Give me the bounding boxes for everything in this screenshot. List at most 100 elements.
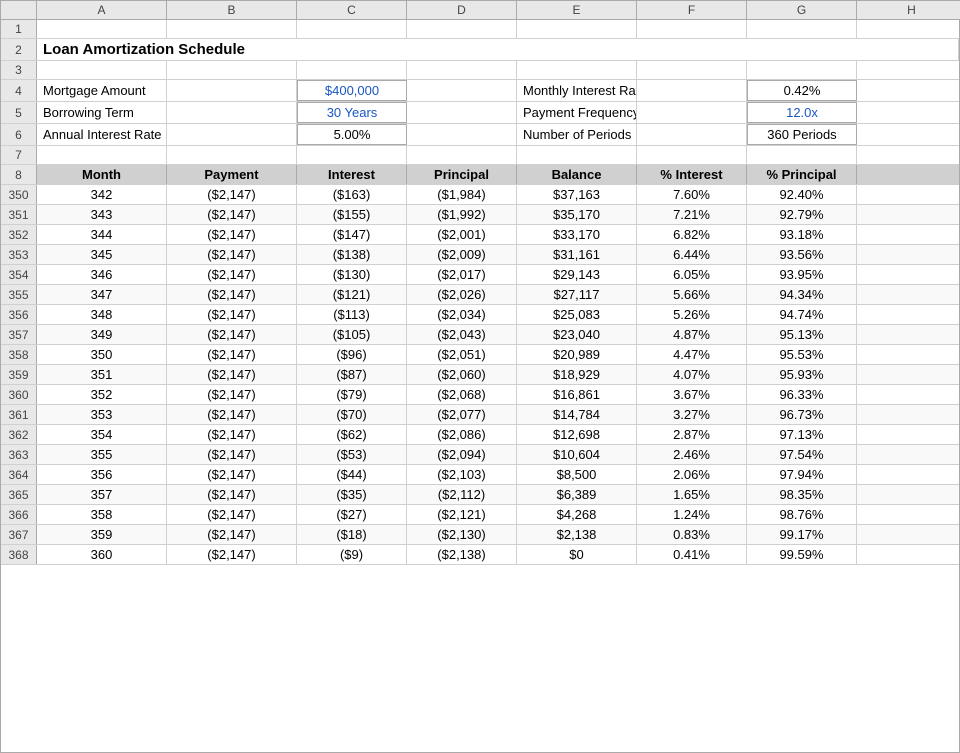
cell-6c[interactable]: [167, 124, 297, 145]
cell-3f[interactable]: [517, 61, 637, 79]
cell-principal[interactable]: ($2,068): [407, 385, 517, 404]
cell-month[interactable]: 357: [37, 485, 167, 504]
cell-interest[interactable]: ($87): [297, 365, 407, 384]
cell-balance[interactable]: $4,268: [517, 505, 637, 524]
cell-pct-interest[interactable]: 4.07%: [637, 365, 747, 384]
cell-pct-principal[interactable]: 96.73%: [747, 405, 857, 424]
num-periods-value[interactable]: 360 Periods: [747, 124, 857, 145]
cell-payment[interactable]: ($2,147): [167, 525, 297, 544]
cell-payment[interactable]: ($2,147): [167, 465, 297, 484]
cell-6g[interactable]: [637, 124, 747, 145]
cell-month[interactable]: 348: [37, 305, 167, 324]
cell-pct-interest[interactable]: 7.60%: [637, 185, 747, 204]
cell-payment[interactable]: ($2,147): [167, 345, 297, 364]
cell-balance[interactable]: $31,161: [517, 245, 637, 264]
cell-payment[interactable]: ($2,147): [167, 405, 297, 424]
cell-3e[interactable]: [407, 61, 517, 79]
cell-7b[interactable]: [37, 146, 167, 164]
payment-freq-value[interactable]: 12.0x: [747, 102, 857, 123]
cell-balance[interactable]: $14,784: [517, 405, 637, 424]
cell-interest[interactable]: ($113): [297, 305, 407, 324]
cell-payment[interactable]: ($2,147): [167, 305, 297, 324]
cell-month[interactable]: 355: [37, 445, 167, 464]
cell-pct-interest[interactable]: 6.82%: [637, 225, 747, 244]
cell-3c[interactable]: [167, 61, 297, 79]
cell-pct-principal[interactable]: 95.93%: [747, 365, 857, 384]
cell-1c[interactable]: [167, 20, 297, 38]
cell-pct-interest[interactable]: 5.26%: [637, 305, 747, 324]
cell-balance[interactable]: $29,143: [517, 265, 637, 284]
cell-principal[interactable]: ($2,112): [407, 485, 517, 504]
cell-month[interactable]: 359: [37, 525, 167, 544]
cell-principal[interactable]: ($2,060): [407, 365, 517, 384]
cell-interest[interactable]: ($9): [297, 545, 407, 564]
cell-pct-interest[interactable]: 5.66%: [637, 285, 747, 304]
cell-payment[interactable]: ($2,147): [167, 185, 297, 204]
cell-pct-principal[interactable]: 92.79%: [747, 205, 857, 224]
cell-principal[interactable]: ($2,121): [407, 505, 517, 524]
cell-pct-principal[interactable]: 94.34%: [747, 285, 857, 304]
cell-pct-interest[interactable]: 1.65%: [637, 485, 747, 504]
cell-payment[interactable]: ($2,147): [167, 445, 297, 464]
cell-pct-interest[interactable]: 1.24%: [637, 505, 747, 524]
cell-7d[interactable]: [297, 146, 407, 164]
mortgage-amount-value[interactable]: $400,000: [297, 80, 407, 101]
cell-month[interactable]: 353: [37, 405, 167, 424]
cell-1g[interactable]: [637, 20, 747, 38]
cell-pct-interest[interactable]: 3.67%: [637, 385, 747, 404]
cell-7g[interactable]: [637, 146, 747, 164]
cell-interest[interactable]: ($35): [297, 485, 407, 504]
cell-7h[interactable]: [747, 146, 857, 164]
cell-balance[interactable]: $23,040: [517, 325, 637, 344]
cell-interest[interactable]: ($138): [297, 245, 407, 264]
cell-3g[interactable]: [637, 61, 747, 79]
cell-7c[interactable]: [167, 146, 297, 164]
cell-interest[interactable]: ($27): [297, 505, 407, 524]
cell-balance[interactable]: $16,861: [517, 385, 637, 404]
cell-balance[interactable]: $10,604: [517, 445, 637, 464]
cell-pct-interest[interactable]: 2.46%: [637, 445, 747, 464]
title-cell[interactable]: Loan Amortization Schedule: [37, 39, 537, 60]
cell-payment[interactable]: ($2,147): [167, 205, 297, 224]
cell-payment[interactable]: ($2,147): [167, 245, 297, 264]
cell-payment[interactable]: ($2,147): [167, 285, 297, 304]
cell-month[interactable]: 345: [37, 245, 167, 264]
cell-month[interactable]: 350: [37, 345, 167, 364]
cell-pct-interest[interactable]: 4.47%: [637, 345, 747, 364]
cell-payment[interactable]: ($2,147): [167, 425, 297, 444]
cell-interest[interactable]: ($163): [297, 185, 407, 204]
cell-month[interactable]: 343: [37, 205, 167, 224]
cell-principal[interactable]: ($2,094): [407, 445, 517, 464]
cell-payment[interactable]: ($2,147): [167, 505, 297, 524]
cell-pct-principal[interactable]: 95.53%: [747, 345, 857, 364]
cell-1f[interactable]: [517, 20, 637, 38]
cell-principal[interactable]: ($2,138): [407, 545, 517, 564]
cell-balance[interactable]: $27,117: [517, 285, 637, 304]
cell-3d[interactable]: [297, 61, 407, 79]
cell-month[interactable]: 356: [37, 465, 167, 484]
cell-month[interactable]: 344: [37, 225, 167, 244]
cell-principal[interactable]: ($1,992): [407, 205, 517, 224]
cell-balance[interactable]: $20,989: [517, 345, 637, 364]
cell-pct-principal[interactable]: 93.56%: [747, 245, 857, 264]
cell-pct-principal[interactable]: 94.74%: [747, 305, 857, 324]
cell-3b[interactable]: [37, 61, 167, 79]
cell-5g[interactable]: [637, 102, 747, 123]
cell-payment[interactable]: ($2,147): [167, 325, 297, 344]
cell-principal[interactable]: ($2,103): [407, 465, 517, 484]
cell-7f[interactable]: [517, 146, 637, 164]
cell-1e[interactable]: [407, 20, 517, 38]
cell-interest[interactable]: ($155): [297, 205, 407, 224]
cell-month[interactable]: 346: [37, 265, 167, 284]
cell-5c[interactable]: [167, 102, 297, 123]
cell-payment[interactable]: ($2,147): [167, 225, 297, 244]
cell-principal[interactable]: ($2,043): [407, 325, 517, 344]
cell-month[interactable]: 342: [37, 185, 167, 204]
cell-pct-interest[interactable]: 7.21%: [637, 205, 747, 224]
cell-balance[interactable]: $18,929: [517, 365, 637, 384]
cell-pct-principal[interactable]: 99.17%: [747, 525, 857, 544]
cell-principal[interactable]: ($2,009): [407, 245, 517, 264]
cell-payment[interactable]: ($2,147): [167, 365, 297, 384]
cell-pct-principal[interactable]: 97.94%: [747, 465, 857, 484]
cell-principal[interactable]: ($2,077): [407, 405, 517, 424]
